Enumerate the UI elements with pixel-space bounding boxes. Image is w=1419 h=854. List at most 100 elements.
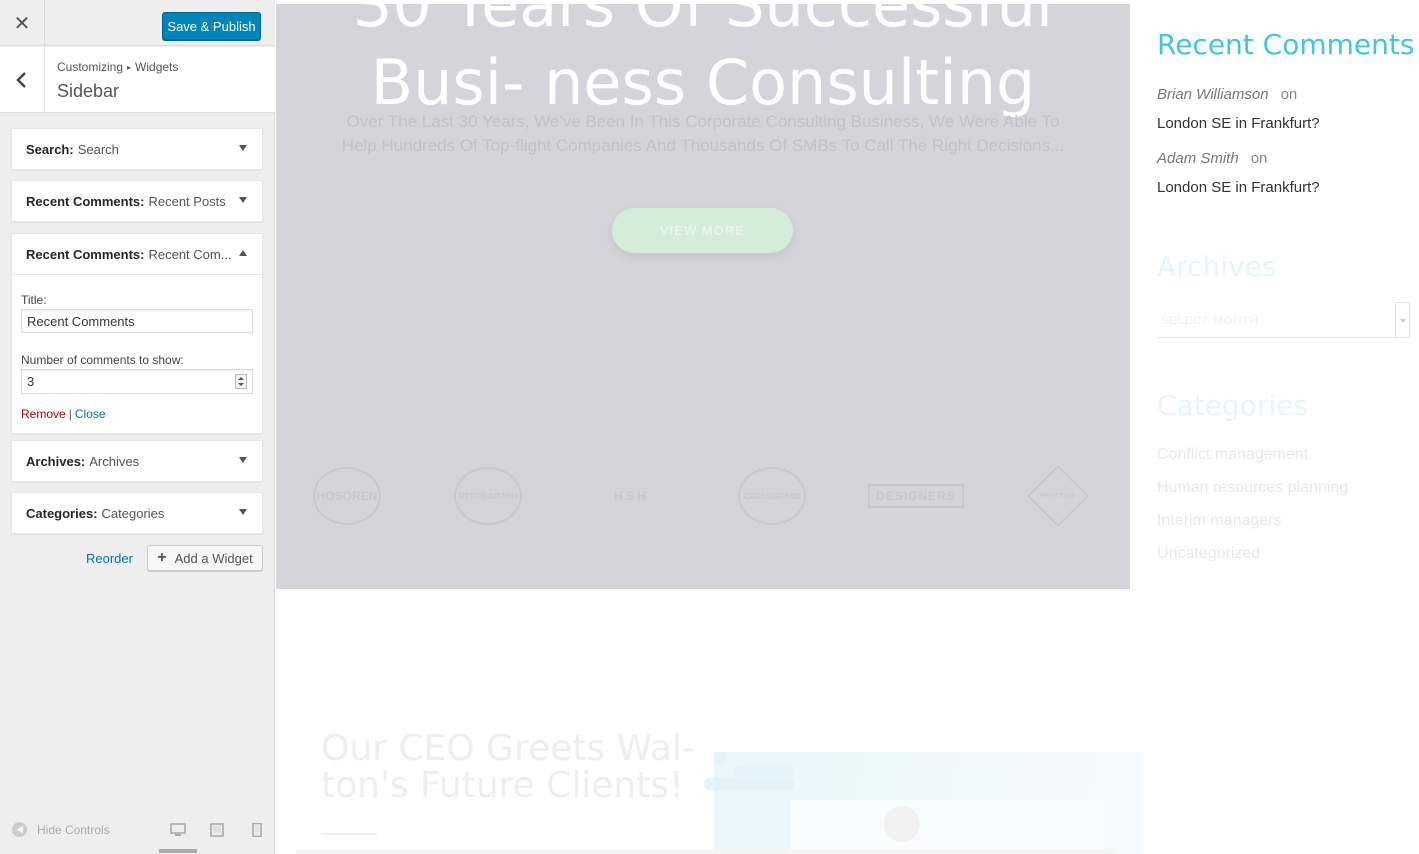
save-publish-button[interactable]: Save & Publish (162, 12, 261, 40)
widget-recent-posts: Recent Comments: Recent Posts (11, 180, 263, 222)
ceo-avatar (884, 806, 920, 842)
comment-post-link[interactable]: London SE in Frankfurt? (1157, 179, 1320, 196)
hero-text-line: Help Hundreds Of Top-flight Companies An… (341, 136, 1065, 155)
number-spinner[interactable] (235, 374, 247, 389)
decor-dot (714, 752, 726, 764)
bottom-divider (296, 850, 1116, 854)
close-link[interactable]: Close (75, 407, 106, 421)
caret-up-icon[interactable] (239, 250, 247, 256)
ceo-title-line: ton's Future Clients! (321, 765, 684, 806)
logo-text: CROSSBRAND (738, 467, 806, 525)
select-arrow-icon[interactable] (1395, 302, 1410, 338)
desktop-preview-icon[interactable] (170, 823, 186, 837)
comment-author: Brian Williamson on (1157, 86, 1297, 103)
logo-text: DESIGNERS (868, 484, 964, 508)
client-logo: H S H (586, 464, 674, 528)
customizer-footer: ◀ Hide Controls (0, 812, 275, 854)
category-link[interactable]: Human resources planning (1157, 479, 1348, 497)
mobile-preview-icon[interactable] (249, 823, 265, 837)
number-of-comments-input[interactable]: 3 (21, 369, 253, 394)
collapse-icon: ◀ (12, 822, 27, 837)
widget-form: Title: Recent Comments Number of comment… (12, 274, 262, 433)
widget-header[interactable]: Search: Search (12, 129, 262, 169)
widget-categories: Categories: Categories (11, 492, 263, 534)
view-more-button[interactable]: VIEW MORE (612, 208, 793, 253)
logo-text: RETRO BRAND (454, 467, 522, 525)
section-title: Sidebar (57, 81, 120, 101)
ceo-photo-card (790, 800, 1102, 854)
caret-down-icon[interactable] (239, 509, 247, 515)
category-link[interactable]: Conflict management (1157, 446, 1308, 464)
spin-up-icon[interactable] (238, 376, 244, 380)
widget-title: Recent Com... (148, 246, 232, 262)
decor-pill (734, 765, 794, 777)
recent-comments-title: Recent Comments (1157, 28, 1415, 61)
client-logo: CROSSBRAND (728, 464, 816, 528)
widget-title: Search (77, 141, 119, 157)
hero-text-line: Over The Last 30 Years, We've Been In Th… (346, 112, 1060, 131)
caret-down-icon[interactable] (239, 457, 247, 463)
hero-section: 30 Years Of Successful Busi- ness Consul… (276, 4, 1130, 589)
number-label: Number of comments to show: (21, 353, 184, 367)
breadcrumb: Customizing ▸ Widgets (57, 60, 178, 74)
ceo-divider (321, 833, 377, 835)
breadcrumb-current: Widgets (135, 60, 179, 74)
separator: | (68, 407, 72, 421)
customizer-panel: ✕ Save & Publish Customizing ▸ Widgets Sid… (0, 0, 275, 854)
widget-actions: Remove | Close (21, 407, 253, 421)
on-label: on (1280, 86, 1298, 103)
widget-header[interactable]: Recent Comments: Recent Posts (12, 181, 262, 221)
decor-pill (704, 778, 794, 790)
category-link[interactable]: Uncategorized (1157, 545, 1260, 563)
author-name: Adam Smith (1157, 150, 1239, 167)
title-input[interactable]: Recent Comments (21, 309, 253, 333)
close-icon[interactable]: ✕ (0, 0, 45, 46)
widget-title: Archives (89, 453, 140, 469)
site-preview: 30 Years Of Successful Busi- ness Consul… (276, 0, 1419, 854)
breadcrumb-root: Customizing (57, 60, 124, 74)
spin-down-icon[interactable] (238, 383, 244, 387)
caret-down-icon[interactable] (239, 197, 247, 203)
ceo-section-title: Our CEO Greets Wal- ton's Future Clients… (321, 730, 701, 804)
hide-controls-button[interactable]: ◀ Hide Controls (12, 822, 110, 837)
widget-recent-comments: Recent Comments: Recent Com... Title: Re… (11, 233, 263, 434)
categories-title: Categories (1157, 389, 1308, 422)
logo-text: PRESTIGE (1040, 492, 1076, 500)
widget-type: Recent Comments: (26, 246, 145, 262)
client-logo: DESIGNERS (868, 464, 964, 528)
widget-type: Recent Comments: (26, 193, 145, 209)
archives-title: Archives (1157, 250, 1277, 283)
hero-text: Over The Last 30 Years, We've Been In Th… (298, 110, 1108, 158)
reorder-link[interactable]: Reorder (86, 551, 133, 566)
widget-header[interactable]: Archives: Archives (12, 441, 262, 481)
widget-type: Search: (26, 141, 74, 157)
title-label: Title: (21, 293, 47, 307)
breadcrumb-arrow-icon: ▸ (127, 63, 132, 72)
select-month-label: SELECT MONTH (1161, 315, 1259, 327)
widget-search: Search: Search (11, 128, 263, 170)
caret-down-icon[interactable] (239, 145, 247, 151)
comment-post-link[interactable]: London SE in Frankfurt? (1157, 115, 1320, 132)
client-logo: RETRO BRAND (444, 464, 532, 528)
client-logos: HOSOREN RETRO BRAND H S H CROSSBRAND DES… (276, 464, 1130, 534)
section-header: Customizing ▸ Widgets Sidebar (0, 47, 275, 113)
author-name: Brian Williamson (1157, 86, 1269, 103)
comment-author: Adam Smith on (1157, 150, 1267, 167)
number-value: 3 (27, 374, 35, 389)
blog-sidebar: Recent Comments Brian Williamson on Londo… (1130, 0, 1419, 600)
widget-header[interactable]: Categories: Categories (12, 493, 262, 533)
logo-text: HOSOREN (313, 467, 381, 525)
tablet-preview-icon[interactable] (209, 823, 225, 837)
widget-type: Archives: (26, 453, 86, 469)
widget-type: Categories: (26, 505, 98, 521)
hero-title: 30 Years Of Successful Busi- ness Consul… (352, 4, 1054, 119)
logo-text: H S H (613, 489, 646, 503)
archives-select[interactable]: SELECT MONTH (1157, 302, 1410, 338)
back-arrow-icon[interactable] (0, 47, 45, 113)
widget-archives: Archives: Archives (11, 440, 263, 482)
client-logo: PRESTIGE (1014, 464, 1102, 528)
category-link[interactable]: Interim managers (1157, 512, 1282, 530)
add-widget-button[interactable]: + Add a Widget (147, 545, 263, 571)
widget-header[interactable]: Recent Comments: Recent Com... (12, 234, 262, 274)
remove-link[interactable]: Remove (21, 407, 66, 421)
